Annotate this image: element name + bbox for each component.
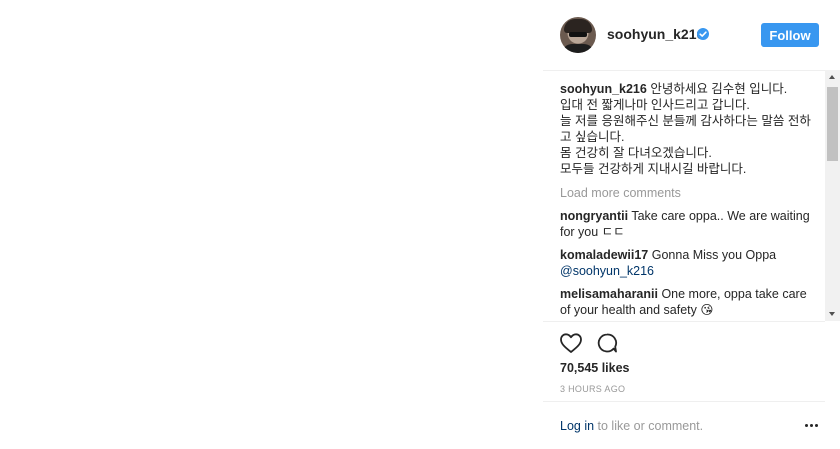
scroll-thumb[interactable] [827, 87, 838, 161]
comment-username[interactable]: nongryantii [560, 209, 628, 223]
comment-item: nongryantii Take care oppa.. We are wait… [560, 208, 813, 240]
more-dot [815, 424, 818, 427]
avatar-hair [564, 19, 592, 33]
likes-count[interactable]: 70,545 likes [560, 361, 630, 375]
load-more-comments-button[interactable]: Load more comments [560, 185, 813, 201]
caption-line-1: 안녕하세요 김수현 입니다. [650, 82, 788, 96]
scroll-up-icon [829, 75, 835, 79]
more-dot [805, 424, 808, 427]
caption-line-4: 몸 건강히 잘 다녀오겠습니다. [560, 146, 712, 160]
caption-line-2: 입대 전 짧게나마 인사드리고 갑니다. [560, 98, 750, 112]
comments-scrollbar[interactable] [825, 70, 840, 321]
post-media-area [0, 0, 543, 449]
caption-line-5: 모두들 건강하게 지내시길 바랍니다. [560, 162, 747, 176]
comment-text: Gonna Miss you Oppa [651, 248, 777, 262]
follow-button[interactable]: Follow [761, 23, 819, 47]
login-link[interactable]: Log in [560, 419, 594, 433]
header-username[interactable]: soohyun_k216 [607, 26, 704, 42]
login-prompt: Log in to like or comment. [560, 419, 703, 433]
post-header: soohyun_k216 Follow [543, 0, 840, 71]
comment-item: melisamaharanii One more, oppa take care… [560, 286, 813, 318]
avatar-shirt [562, 44, 594, 53]
scroll-down-button[interactable] [825, 306, 840, 321]
post-side-panel: soohyun_k216 Follow soohyun_k216 안녕하세요 김… [543, 0, 840, 449]
post-timestamp[interactable]: 3 HOURS AGO [560, 384, 625, 394]
avatar[interactable] [560, 17, 596, 53]
avatar-glasses [569, 32, 587, 37]
footer-divider [543, 401, 825, 402]
scroll-down-icon [829, 312, 835, 316]
verified-icon [697, 28, 709, 40]
more-icon[interactable] [805, 422, 819, 428]
actions-divider [543, 321, 825, 322]
post-caption: soohyun_k216 안녕하세요 김수현 입니다. 입대 전 짧게나마 인사… [560, 81, 813, 177]
login-prompt-text: to like or comment. [594, 419, 704, 433]
caption-username[interactable]: soohyun_k216 [560, 82, 647, 96]
comment-icon[interactable] [596, 332, 618, 354]
caption-line-3: 늘 저를 응원해주신 분들께 감사하다는 말씀 전하고 싶습니다. [560, 114, 811, 144]
comment-username[interactable]: melisamaharanii [560, 287, 658, 301]
comment-item: komaladewii17 Gonna Miss you Oppa @soohy… [560, 247, 813, 279]
comments-list[interactable]: soohyun_k216 안녕하세요 김수현 입니다. 입대 전 짧게나마 인사… [560, 81, 813, 321]
more-dot [810, 424, 813, 427]
scroll-up-button[interactable] [825, 70, 840, 85]
comment-username[interactable]: komaladewii17 [560, 248, 648, 262]
comment-mention[interactable]: @soohyun_k216 [560, 264, 654, 278]
heart-icon[interactable] [559, 332, 583, 354]
